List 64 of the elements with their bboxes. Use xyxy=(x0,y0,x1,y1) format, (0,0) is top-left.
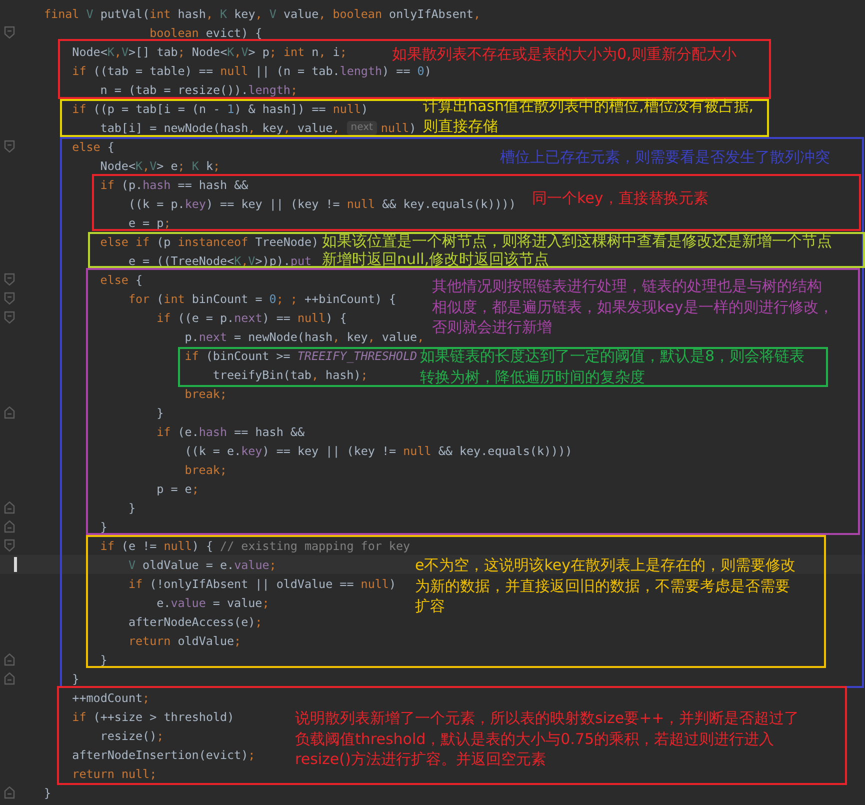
code-line: if ((p = tab[i = (n - 1) & hash]) == null) xyxy=(71,102,368,116)
code-line: } xyxy=(99,652,108,666)
annotation-text: 槽位上已存在元素，则需要看是否发生了散列冲突 xyxy=(500,147,830,168)
fold-icon[interactable] xyxy=(4,273,15,286)
fold-icon[interactable] xyxy=(4,501,15,514)
code-line: for (int binCount = 0; ; ++binCount) { xyxy=(127,292,396,306)
annotation-text: 说明散列表新增了一个元素，所以表的映射数size要++，并判断是否超过了 负载阈值threshold，默认是表的大小与0.75的乘积，若超过则进行进入 resize()方法进行扩容。并返回空元素 xyxy=(295,708,800,770)
code-line: p.next = newNode(hash, key, value, xyxy=(184,330,424,344)
code-line: final V putVal(int hash, K key, V value, boolean onlyIfAbsent, xyxy=(44,6,481,20)
annotation-text: e不为空，这说明该key在散列表上是存在的，则需要修改 为新的数据，并直接返回旧的数据，不需要考虑是否需要 扩容 xyxy=(415,555,796,616)
code-line: if (p.hash == hash && xyxy=(99,178,248,192)
code-line: } xyxy=(44,786,52,800)
code-line: break; xyxy=(184,462,227,476)
code-line: return oldValue; xyxy=(127,634,242,648)
fold-icon[interactable] xyxy=(4,786,15,799)
code-line: n = (tab = resize()).length; xyxy=(99,82,298,96)
code-line: } xyxy=(99,520,108,534)
code-line: } xyxy=(71,672,80,686)
code-line: ((k = e.key) == key || (key != null && key.equals(k)))) xyxy=(184,444,572,458)
code-line: boolean evict) { xyxy=(148,26,262,40)
code-line: p = e; xyxy=(156,482,199,496)
code-line: afterNodeAccess(e); xyxy=(127,614,262,628)
code-line: V oldValue = e.value; xyxy=(127,558,276,572)
code-line: } xyxy=(127,500,136,514)
code-line: afterNodeInsertion(evict); xyxy=(71,748,256,762)
fold-icon[interactable] xyxy=(4,520,15,533)
code-line: e.value = value; xyxy=(156,596,270,610)
code-line: if (!onlyIfAbsent || oldValue == null) xyxy=(127,576,396,590)
fold-icon[interactable] xyxy=(4,539,15,552)
code-line: if (e != null) { // existing mapping for key xyxy=(99,538,410,552)
code-line: if (++size > threshold) xyxy=(71,710,234,724)
code-line: e = p; xyxy=(127,216,171,230)
caret-marker xyxy=(14,557,17,572)
code-line: else if (p instanceof TreeNode) xyxy=(99,234,319,248)
fold-icon[interactable] xyxy=(4,292,15,305)
code-text: null) xyxy=(380,120,416,134)
fold-icon[interactable] xyxy=(4,140,15,153)
code-line: Node<K,V>[] tab; Node<K,V> p; int n, i; xyxy=(71,44,347,58)
annotation-text: 其他情况则按照链表进行处理，链表的处理也是与树的结构 相似度，都是遍历链表，如果发现key是一样的则进行修改， 否则就会进行新增 xyxy=(432,276,834,338)
code-line: else { xyxy=(71,140,114,154)
code-line: return null; xyxy=(71,766,157,780)
code-line: if ((e = p.next) == null) { xyxy=(156,310,347,324)
parameter-hint: next xyxy=(346,120,377,134)
code-line: treeifyBin(tab, hash); xyxy=(212,368,368,382)
code-line: tab[i] = newNode(hash, key, value, xyxy=(99,120,341,134)
fold-icon[interactable] xyxy=(4,672,15,685)
fold-icon[interactable] xyxy=(4,653,15,666)
annotation-text: 同一个key，直接替换元素 xyxy=(532,188,708,208)
annotation-text: 如果链表的长度达到了一定的阈值，默认是8，则会将链表 转换为树，降低遍历时间的复杂度 xyxy=(420,346,805,387)
code-line: if (e.hash == hash && xyxy=(156,424,304,438)
code-line: } xyxy=(156,406,164,420)
code-line: ++modCount; xyxy=(71,690,150,704)
annotation-text: 如果散列表不存在或是表的大小为0,则重新分配大小 xyxy=(392,45,736,64)
code-line: else { xyxy=(99,272,143,286)
code-line: if ((tab = table) == null || (n = tab.length) == 0) xyxy=(71,64,432,78)
fold-icon[interactable] xyxy=(4,406,15,419)
code-line: resize(); xyxy=(99,728,164,742)
code-line: break; xyxy=(184,386,227,400)
code-line: Node<K,V> e; K k; xyxy=(99,158,220,172)
annotation-text: 如果该位置是一个树节点，则将进入到这棵树中查看是修改还是新增一个节点 新增时返回null,修改时返回该节点 xyxy=(322,232,832,268)
fold-icon[interactable] xyxy=(4,26,15,39)
code-line: if (binCount >= TREEIFY_THRESHOLD xyxy=(184,348,418,362)
code-line: ((k = p.key) == key || (key != null && key.equals(k)))) xyxy=(127,196,516,210)
fold-icon[interactable] xyxy=(4,311,15,324)
